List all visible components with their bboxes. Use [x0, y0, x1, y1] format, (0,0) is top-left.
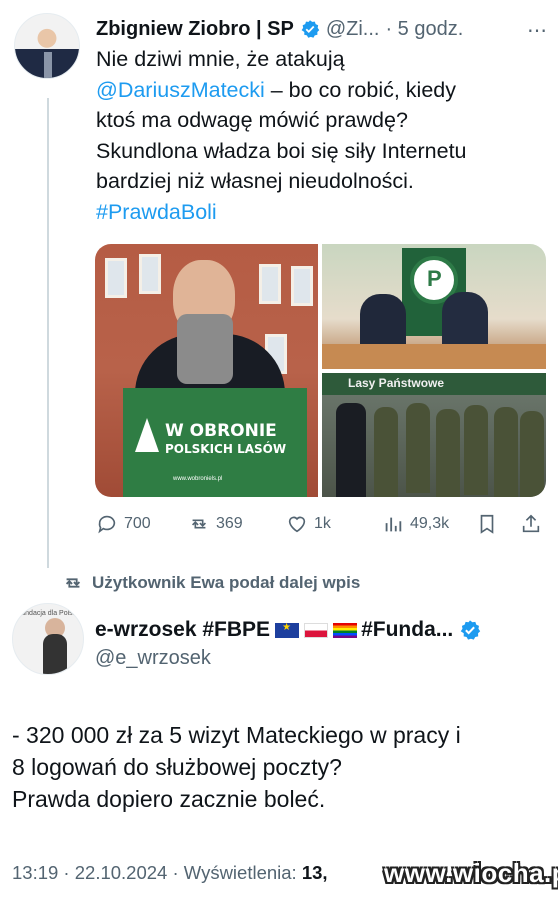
poland-flag-icon — [304, 622, 329, 638]
author-handle[interactable]: @e_wrzosek — [95, 647, 211, 670]
author-name-tail[interactable]: #Funda... — [361, 618, 453, 642]
tweet-text-line: @DariuszMatecki – bo co robić, kiedy — [96, 77, 456, 102]
tweet-text-line: Nie dziwi mnie, że atakują — [96, 47, 345, 71]
retweet-note: Użytkownik Ewa podał dalej wpis — [92, 573, 361, 592]
author-name[interactable]: Zbigniew Ziobro | SP — [96, 18, 294, 41]
reply-count: 700 — [124, 515, 151, 532]
heart-icon — [288, 516, 306, 533]
tree-icon — [135, 418, 159, 452]
retweet-count: 369 — [216, 515, 243, 532]
verified-badge-icon — [301, 20, 320, 38]
avatar[interactable]: Fundacja dla Polski — [12, 603, 84, 675]
tweet-text-line: Prawda dopiero zacznie boleć. — [12, 786, 326, 812]
tweet-header: e-wrzosek #FBPE #Funda... — [95, 615, 487, 645]
share-icon — [522, 514, 540, 533]
hashtag-link[interactable]: #PrawdaBoli — [96, 197, 546, 228]
bookmark-icon — [480, 514, 494, 534]
tweet-text-line: bardziej niż własnej nieudolności. — [96, 169, 414, 193]
tweet-text-line: ktoś ma odwagę mówić prawdę? — [96, 108, 408, 132]
site-watermark: www.wiocha.pl — [384, 858, 558, 888]
retweet-icon — [191, 519, 207, 529]
views-chart-icon — [385, 517, 402, 532]
views-count: 49,3k — [410, 515, 450, 532]
tweet-actions: 700 369 1k 49,3k — [96, 510, 546, 538]
tweet-text-line: 8 logowań do służbowej poczty? — [12, 754, 342, 780]
retweet-attribution[interactable]: Użytkownik Ewa podał dalej wpis — [62, 570, 360, 596]
views-count: 13, — [301, 862, 328, 883]
tweet-header: Zbigniew Ziobro | SP @Zi... · 5 godz. ⋯ — [96, 14, 548, 44]
media-photo-top-right[interactable]: P — [322, 244, 546, 369]
like-button[interactable]: 1k — [286, 510, 331, 538]
reply-icon — [98, 515, 116, 534]
author-name[interactable]: e-wrzosek #FBPE — [95, 618, 270, 642]
verified-badge-icon — [461, 620, 481, 640]
tweet-text-line: Skundlona władza boi się siły Internetu — [96, 138, 467, 163]
mention-link[interactable]: @DariuszMatecki — [96, 78, 265, 102]
author-handle[interactable]: @Zi... — [326, 18, 380, 41]
share-button[interactable] — [520, 510, 542, 538]
reply-button[interactable]: 700 — [96, 510, 151, 538]
tweet-text: Nie dziwi mnie, że atakują @DariuszMatec… — [96, 44, 546, 227]
forest-sign: W OBRONIE POLSKICH LASÓW www.wobroniels.… — [123, 388, 307, 497]
views-button[interactable]: 49,3k — [382, 510, 449, 538]
thread-connector-line — [47, 98, 49, 568]
avatar[interactable] — [14, 13, 80, 79]
tweet-media-grid[interactable]: W OBRONIE POLSKICH LASÓW www.wobroniels.… — [95, 244, 546, 497]
rainbow-flag-icon — [333, 622, 358, 638]
media-photo-bottom-right[interactable]: Lasy Państwowe — [322, 373, 546, 497]
more-options-icon[interactable]: ⋯ — [527, 18, 548, 43]
eu-flag-icon — [275, 622, 300, 638]
tweet-timestamp[interactable]: · 5 godz. — [385, 18, 463, 41]
bookmark-button[interactable] — [476, 510, 498, 538]
tweet-text-line: - 320 000 zł za 5 wizyt Mateckiego w pra… — [12, 722, 461, 748]
retweet-icon — [65, 578, 81, 588]
retweet-button[interactable]: 369 — [188, 510, 243, 538]
media-photo-main[interactable]: W OBRONIE POLSKICH LASÓW www.wobroniels.… — [95, 244, 318, 497]
like-count: 1k — [314, 515, 331, 532]
tweet-text: - 320 000 zł za 5 wizyt Mateckiego w pra… — [12, 719, 552, 815]
tweet-timestamp[interactable]: 13:19 · 22.10.2024 · Wyświetlenia: — [12, 862, 302, 883]
tweet-meta: 13:19 · 22.10.2024 · Wyświetlenia: 13, — [12, 862, 328, 884]
